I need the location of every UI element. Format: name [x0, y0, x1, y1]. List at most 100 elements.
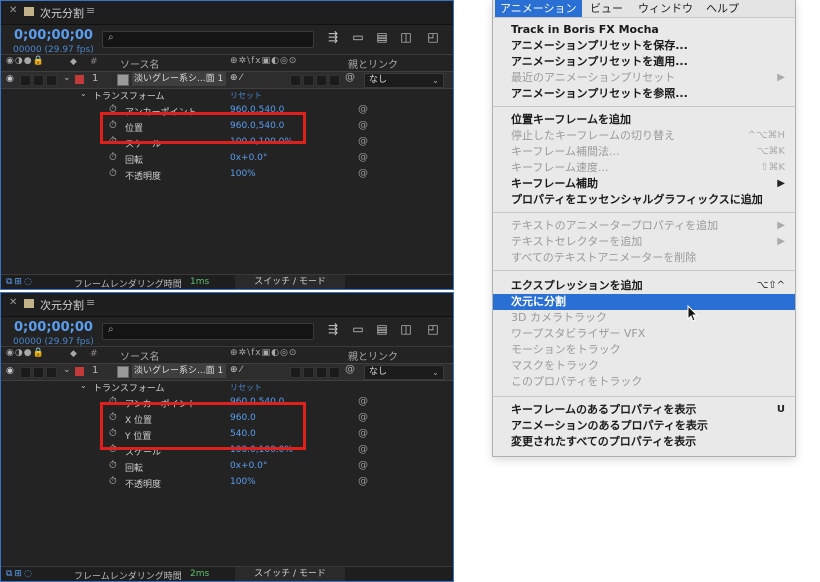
frame-blend-icon[interactable]: ◫ — [399, 30, 413, 44]
menu-help[interactable]: ヘルプ — [701, 0, 744, 17]
layer-name[interactable]: 淡いグレー系シ...面 1 — [132, 364, 226, 378]
layer-search-input[interactable]: ⌕ — [102, 323, 314, 340]
composition-tab-title[interactable]: 次元分割 — [40, 297, 84, 313]
property-row[interactable]: ⏱ 不透明度 100% @ — [0, 476, 454, 491]
eye-icon[interactable]: ◉ — [6, 366, 14, 376]
pickwhip-icon[interactable]: @ — [358, 412, 368, 423]
frame-blend-icon[interactable]: ◫ — [399, 322, 413, 336]
menu-item-track-mask[interactable]: マスクをトラック — [493, 358, 795, 374]
graph-editor-icon[interactable]: ◰ — [426, 30, 440, 44]
source-name-header[interactable]: ソース名 — [120, 56, 160, 71]
menu-animation[interactable]: アニメーション — [495, 0, 582, 17]
panel-menu-icon[interactable]: ≡ — [86, 296, 95, 309]
stopwatch-icon[interactable]: ⏱ — [109, 152, 117, 163]
pickwhip-icon[interactable]: @ — [358, 460, 368, 471]
property-value[interactable]: 100% — [230, 477, 256, 487]
menu-item-save-preset[interactable]: アニメーションプリセットを保存... — [493, 38, 795, 54]
pickwhip-icon[interactable]: @ — [358, 136, 368, 147]
menu-item-track-mocha[interactable]: Track in Boris FX Mocha — [493, 22, 795, 38]
menu-item-reveal-keyframed-properties[interactable]: キーフレームのあるプロパティを表示 U — [493, 402, 795, 418]
close-icon[interactable]: ✕ — [9, 5, 17, 16]
layer-name[interactable]: 淡いグレー系シ...面 1 — [132, 72, 226, 86]
layer-switches-icons[interactable]: ⊕ ⁄ — [230, 73, 242, 83]
property-row[interactable]: ⏱ 回転 0x+0.0° @ — [0, 460, 454, 475]
menu-item-remove-text-animators[interactable]: すべてのテキストアニメーターを削除 — [493, 250, 795, 266]
menu-item-keyframe-assistant[interactable]: キーフレーム補助 ▶ — [493, 176, 795, 192]
pickwhip-icon[interactable]: @ — [358, 120, 368, 131]
solo-toggle[interactable] — [33, 75, 44, 86]
source-name-header[interactable]: ソース名 — [120, 348, 160, 363]
stopwatch-icon[interactable]: ⏱ — [109, 168, 117, 179]
eye-icon[interactable]: ◉ — [6, 74, 14, 84]
graph-editor-icon[interactable]: ◰ — [426, 322, 440, 336]
stopwatch-icon[interactable]: ⏱ — [109, 460, 117, 471]
menu-item-track-motion[interactable]: モーションをトラック — [493, 342, 795, 358]
chevron-down-icon[interactable]: ⌄ — [63, 73, 71, 83]
lock-toggle[interactable] — [46, 75, 57, 86]
menu-item-track-this-property[interactable]: このプロパティをトラック — [493, 374, 795, 390]
pickwhip-icon[interactable]: @ — [345, 364, 355, 375]
property-value[interactable]: 0x+0.0° — [230, 461, 267, 471]
menu-item-warp-stabilizer[interactable]: ワープスタビライザー VFX — [493, 326, 795, 342]
draft-3d-icon[interactable]: ▭ — [351, 322, 365, 336]
chevron-down-icon[interactable]: ⌄ — [63, 365, 71, 375]
footer-toggle-icons[interactable]: ⧉⊞◌ — [6, 277, 34, 287]
audio-toggle[interactable] — [20, 367, 31, 378]
menu-item-add-text-animator[interactable]: テキストのアニメータープロパティを追加 ▶ — [493, 218, 795, 234]
pickwhip-icon[interactable]: @ — [358, 444, 368, 455]
solo-toggle[interactable] — [33, 367, 44, 378]
reset-link[interactable]: リセット — [230, 90, 262, 101]
pickwhip-icon[interactable]: @ — [358, 104, 368, 115]
menu-item-add-to-essential-graphics[interactable]: プロパティをエッセンシャルグラフィックスに追加 — [493, 192, 795, 208]
current-time-display[interactable]: 0;00;00;00 — [14, 320, 93, 335]
parent-select[interactable]: なし ⌄ — [364, 365, 444, 380]
chevron-down-icon[interactable]: ⌄ — [80, 89, 87, 98]
pickwhip-icon[interactable]: @ — [358, 396, 368, 407]
parent-select[interactable]: なし ⌄ — [364, 73, 444, 88]
property-value[interactable]: 0x+0.0° — [230, 153, 267, 163]
close-icon[interactable]: ✕ — [9, 297, 17, 308]
pickwhip-icon[interactable]: @ — [358, 168, 368, 179]
layer-row[interactable]: ◉ ⌄ 1 淡いグレー系シ...面 1 ⊕ ⁄ @ なし ⌄ — [0, 363, 454, 381]
composition-tab-title[interactable]: 次元分割 — [40, 5, 84, 21]
reset-link[interactable]: リセット — [230, 382, 262, 393]
panel-menu-icon[interactable]: ≡ — [86, 4, 95, 17]
transform-group-row[interactable]: ⌄ トランスフォーム リセット — [0, 380, 454, 395]
menu-item-add-text-selector[interactable]: テキストセレクターを追加 ▶ — [493, 234, 795, 250]
menu-item-add-expression[interactable]: エクスプレッションを追加 ⌥⇧^ — [493, 278, 795, 294]
layer-search-input[interactable]: ⌕ — [102, 31, 314, 48]
menu-item-keyframe-interpolation[interactable]: キーフレーム補間法... ⌥⌘K — [493, 144, 795, 160]
footer-toggle-icons[interactable]: ⧉⊞◌ — [6, 569, 34, 579]
comp-flowchart-icon[interactable]: ⇶ — [326, 30, 340, 44]
current-time-display[interactable]: 0;00;00;00 — [14, 28, 93, 43]
menu-item-add-position-keyframe[interactable]: 位置キーフレームを追加 — [493, 112, 795, 128]
property-row[interactable]: ⏱ 回転 0x+0.0° @ — [0, 152, 454, 167]
pickwhip-icon[interactable]: @ — [358, 476, 368, 487]
layer-switch-boxes[interactable] — [290, 367, 342, 381]
menu-view[interactable]: ビュー — [585, 0, 628, 17]
lock-toggle[interactable] — [46, 367, 57, 378]
menu-item-browse-presets[interactable]: アニメーションプリセットを参照... — [493, 86, 795, 102]
chevron-down-icon[interactable]: ⌄ — [80, 381, 87, 390]
stopwatch-icon[interactable]: ⏱ — [109, 476, 117, 487]
menu-item-recent-presets[interactable]: 最近のアニメーションプリセット ▶ — [493, 70, 795, 86]
menu-item-toggle-hold-keyframe[interactable]: 停止したキーフレームの切り替え ^⌥⌘H — [493, 128, 795, 144]
pickwhip-icon[interactable]: @ — [358, 152, 368, 163]
transform-group-row[interactable]: ⌄ トランスフォーム リセット — [0, 88, 454, 103]
audio-toggle[interactable] — [20, 75, 31, 86]
property-value[interactable]: 100% — [230, 169, 256, 179]
toggle-switches-modes-button[interactable]: スイッチ / モード — [235, 567, 345, 582]
layer-switch-boxes[interactable] — [290, 75, 342, 89]
comp-flowchart-icon[interactable]: ⇶ — [326, 322, 340, 336]
menu-item-3d-camera-tracker[interactable]: 3D カメラトラック — [493, 310, 795, 326]
menu-item-reveal-animated-properties[interactable]: アニメーションのあるプロパティを表示 — [493, 418, 795, 434]
draft-3d-icon[interactable]: ▭ — [351, 30, 365, 44]
shy-layers-icon[interactable]: ▤ — [375, 30, 389, 44]
layer-switches-icons[interactable]: ⊕ ⁄ — [230, 365, 242, 375]
layer-label-color[interactable] — [75, 367, 84, 376]
menu-item-apply-preset[interactable]: アニメーションプリセットを適用... — [493, 54, 795, 70]
menu-window[interactable]: ウィンドウ — [633, 0, 698, 17]
shy-layers-icon[interactable]: ▤ — [375, 322, 389, 336]
layer-row[interactable]: ◉ ⌄ 1 淡いグレー系シ...面 1 ⊕ ⁄ @ なし ⌄ — [0, 71, 454, 89]
menu-item-separate-dimensions[interactable]: 次元に分割 — [493, 294, 795, 310]
